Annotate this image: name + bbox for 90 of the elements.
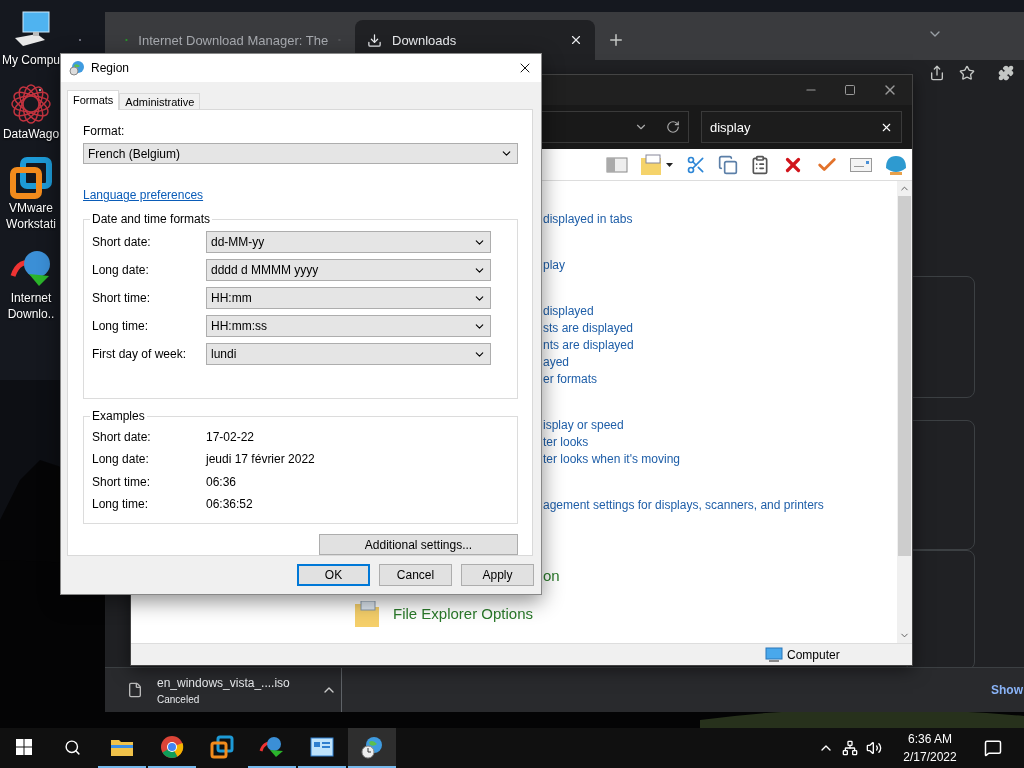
group-title: Date and time formats — [91, 212, 212, 227]
cut-icon[interactable] — [686, 154, 706, 175]
format-label: Format: — [83, 124, 126, 139]
share-icon[interactable] — [929, 65, 945, 81]
example-label: Short date: — [92, 429, 152, 444]
bookmark-star-icon[interactable] — [959, 65, 975, 81]
example-value: 17-02-22 — [206, 429, 255, 444]
example-label: Long time: — [92, 497, 150, 512]
shortcut-label: Internet Downlo.. — [6, 290, 56, 322]
shortcut-label: My Compu — [1, 52, 61, 68]
dialog-button[interactable]: Cancel — [379, 564, 452, 587]
format-dropdown[interactable]: French (Belgium) — [83, 143, 518, 165]
taskbar-app[interactable] — [348, 728, 396, 768]
example-label: Long date: — [92, 452, 150, 467]
task-link[interactable]: play — [543, 257, 897, 274]
field-label: Short time: — [92, 291, 152, 306]
task-link[interactable]: agement settings for displays, scanners, and printers — [543, 497, 897, 514]
chrome-icon — [160, 735, 184, 759]
download-status: Canceled — [157, 693, 201, 705]
card-icon[interactable] — [850, 157, 872, 172]
maximize-icon[interactable] — [844, 84, 856, 96]
task-link[interactable]: nts are displayed — [543, 337, 897, 354]
field-label: First day of week: — [92, 347, 188, 362]
refresh-icon[interactable] — [666, 120, 680, 134]
vmware-icon — [210, 735, 234, 759]
network-icon[interactable] — [842, 740, 858, 756]
clock[interactable]: 6:36 AM 2/17/2022 — [890, 730, 970, 766]
example-value: jeudi 17 février 2022 — [206, 452, 315, 467]
notification-icon[interactable] — [984, 739, 1002, 757]
vmware-icon — [9, 156, 53, 200]
extensions-icon[interactable] — [998, 65, 1014, 81]
dialog-tab[interactable]: Formats — [67, 90, 120, 111]
format-dropdown[interactable]: HH:mm — [206, 287, 491, 310]
format-dropdown[interactable]: lundi — [206, 343, 491, 366]
format-dropdown[interactable]: HH:mm:ss — [206, 315, 491, 338]
format-dropdown[interactable]: dddd d MMMM yyyy — [206, 259, 491, 282]
window-title: Region — [91, 61, 131, 76]
search-icon — [63, 738, 81, 756]
language-preferences-link[interactable]: Language preferences — [83, 188, 204, 203]
category-heading[interactable]: on — [543, 562, 560, 590]
category-heading[interactable]: File Explorer Options — [393, 600, 534, 628]
example-value: 06:36 — [206, 474, 237, 489]
search-field[interactable]: display — [701, 111, 902, 143]
task-link[interactable]: displayed in tabs — [543, 211, 897, 228]
copy-icon[interactable] — [718, 154, 738, 175]
file-icon — [127, 682, 143, 698]
desktop-shortcut[interactable]: Internet Downlo.. — [0, 246, 62, 322]
desktop-shortcut[interactable]: VMware Workstati — [0, 156, 62, 232]
folder-icon[interactable] — [640, 153, 674, 176]
monitor-icon — [765, 646, 783, 663]
show-all-link[interactable]: Show — [991, 683, 1023, 697]
task-link[interactable]: displayed — [543, 303, 897, 320]
format-dropdown[interactable]: dd-MM-yy — [206, 231, 491, 254]
folder-icon — [110, 737, 134, 757]
shortcut-label: VMware Workstati — [5, 200, 57, 232]
file-name: en_windows_vista_....iso — [157, 675, 291, 690]
desktop-shortcut[interactable]: My Compu — [0, 8, 62, 68]
globe-clock-icon — [360, 735, 384, 759]
example-value: 06:36:52 — [206, 497, 253, 512]
group-title: Examples — [91, 409, 146, 424]
globe-download-icon — [259, 735, 285, 759]
task-link[interactable]: er formats — [543, 371, 897, 388]
task-link[interactable]: isplay or speed — [543, 417, 897, 434]
desktop-shortcut[interactable]: DataWago — [0, 82, 62, 142]
example-label: Short time: — [92, 474, 152, 489]
field-label: Short date: — [92, 235, 152, 250]
field-label: Long time: — [92, 319, 150, 334]
dialog-button[interactable]: OK — [297, 564, 370, 587]
paste-icon[interactable] — [750, 154, 770, 175]
shortcut-label: DataWago — [1, 126, 61, 142]
task-link[interactable]: sts are displayed — [543, 320, 897, 337]
task-link[interactable]: ter looks when it's moving — [543, 451, 897, 468]
location-label: Computer — [787, 647, 840, 662]
shell-icon[interactable] — [884, 153, 908, 176]
dialog-tab[interactable]: Administrative — [119, 93, 201, 111]
additional-settings-button[interactable]: Additional settings... — [319, 534, 518, 556]
scrollbar[interactable] — [897, 181, 912, 643]
volume-icon[interactable] — [866, 740, 882, 756]
download-item[interactable]: en_windows_vista_....iso Canceled — [105, 668, 342, 712]
globe-icon — [69, 60, 85, 77]
field-label: Long date: — [92, 263, 150, 278]
starburst-icon — [9, 82, 53, 126]
task-link[interactable]: ter looks — [543, 434, 897, 451]
download-icon — [367, 32, 382, 48]
folder-icon — [355, 601, 379, 627]
control-panel-icon — [310, 737, 334, 757]
new-tab-icon[interactable] — [607, 31, 625, 49]
task-link[interactable]: ayed — [543, 354, 897, 371]
windows-icon — [16, 739, 32, 755]
dialog-button[interactable]: Apply — [461, 564, 534, 587]
